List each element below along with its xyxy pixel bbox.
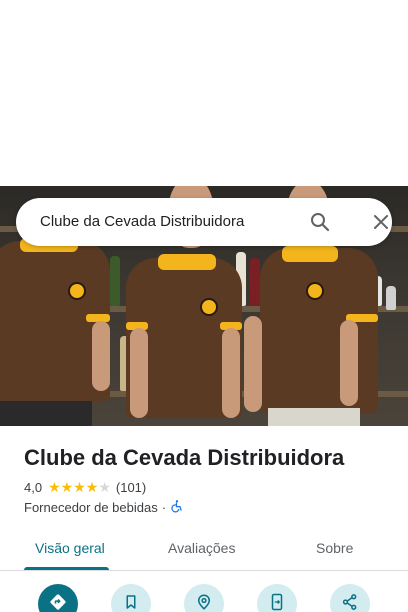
separator: ·	[161, 500, 167, 515]
nearby-icon	[195, 593, 213, 612]
category-row: Fornecedor de bebidas ·	[24, 499, 184, 516]
close-icon[interactable]	[369, 210, 393, 234]
star-icon: ★	[98, 479, 111, 495]
star-icon: ★	[60, 479, 74, 495]
directions-icon	[48, 592, 68, 612]
map-area[interactable]	[0, 0, 408, 186]
active-tab-indicator	[24, 567, 109, 570]
directions-button[interactable]	[38, 584, 78, 612]
wheelchair-icon[interactable]	[170, 499, 184, 516]
tab-bar: Visão geral Avaliações Sobre	[0, 528, 408, 571]
tab-overview[interactable]: Visão geral	[35, 540, 105, 556]
tab-reviews[interactable]: Avaliações	[168, 540, 235, 556]
rating-value: 4,0	[24, 479, 43, 495]
bottle	[386, 286, 396, 310]
save-button[interactable]	[111, 584, 151, 612]
send-to-phone-icon	[268, 593, 286, 612]
search-input[interactable]: Clube da Cevada Distribuidora	[40, 213, 244, 230]
review-count[interactable]: (101)	[116, 480, 146, 495]
bookmark-icon	[122, 593, 140, 612]
share-button[interactable]	[330, 584, 370, 612]
search-bar[interactable]: Clube da Cevada Distribuidora	[16, 198, 392, 246]
star-icon: ★	[48, 479, 61, 495]
rating-row[interactable]: 4,0 ★ ★ ★ ★ ★ (101)	[24, 479, 146, 495]
share-icon	[341, 593, 359, 612]
star-icon: ★	[85, 479, 99, 495]
place-title: Clube da Cevada Distribuidora	[24, 445, 345, 470]
nearby-button[interactable]	[184, 584, 224, 612]
search-icon[interactable]	[308, 210, 332, 234]
rating-stars: ★ ★ ★ ★ ★	[48, 480, 111, 494]
tab-about[interactable]: Sobre	[316, 540, 353, 556]
place-category: Fornecedor de bebidas	[24, 500, 158, 515]
star-icon: ★	[73, 479, 86, 495]
bottle	[250, 258, 260, 306]
send-to-phone-button[interactable]	[257, 584, 297, 612]
bottle	[110, 256, 120, 306]
